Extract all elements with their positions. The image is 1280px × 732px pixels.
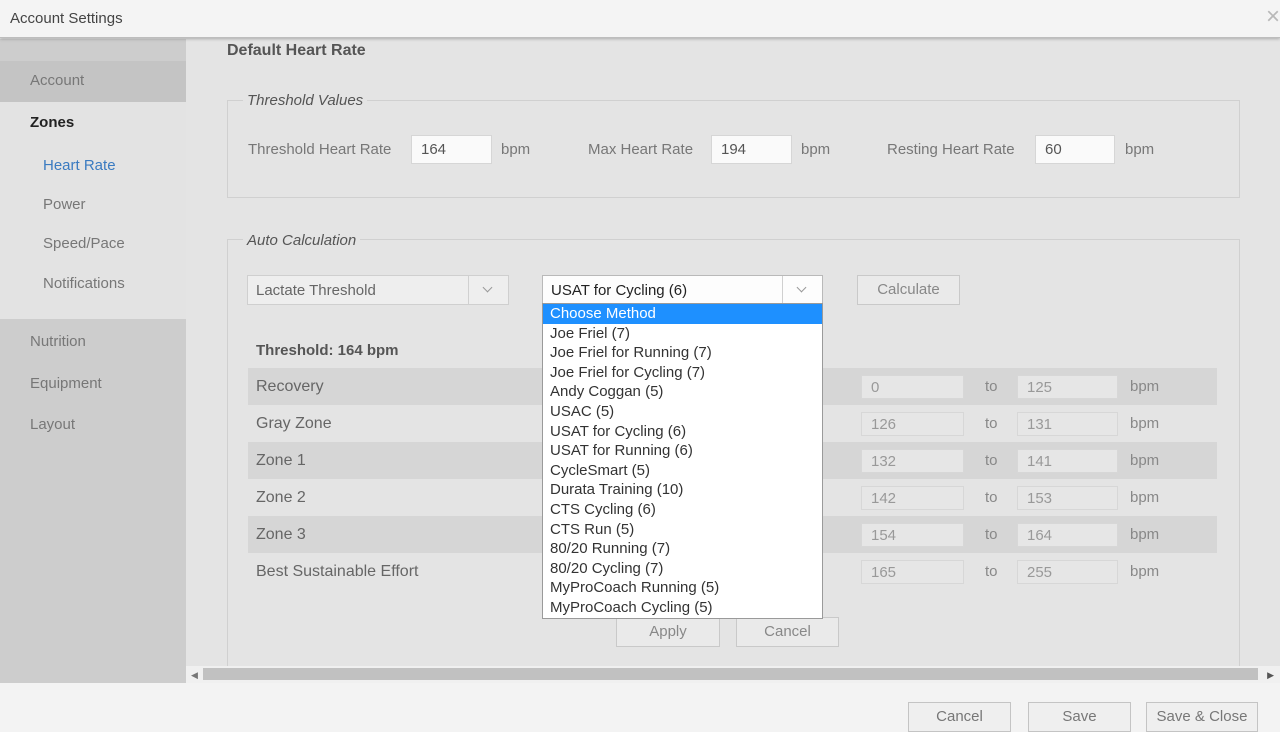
sidebar: Account Zones Heart Rate Power Speed/Pac… bbox=[0, 39, 186, 683]
sidebar-item-account[interactable]: Account bbox=[30, 72, 84, 89]
threshold-heart-rate-label: Threshold Heart Rate bbox=[248, 141, 392, 158]
zones-cancel-button[interactable]: Cancel bbox=[736, 617, 839, 647]
zone-unit: bpm bbox=[1130, 563, 1160, 580]
footer: Cancel Save Save & Close bbox=[0, 683, 1280, 732]
auto-calculation-legend: Auto Calculation bbox=[243, 232, 361, 249]
sidebar-item-power[interactable]: Power bbox=[43, 196, 86, 213]
zone-to-label: to bbox=[985, 452, 998, 469]
max-heart-rate-input[interactable] bbox=[711, 135, 792, 164]
zone-to-input[interactable] bbox=[1017, 560, 1118, 584]
sidebar-item-speed-pace[interactable]: Speed/Pace bbox=[43, 235, 125, 252]
resting-heart-rate-input[interactable] bbox=[1035, 135, 1115, 164]
window-title: Account Settings bbox=[10, 10, 123, 27]
zone-name: Zone 1 bbox=[256, 452, 306, 469]
zone-name: Gray Zone bbox=[256, 415, 332, 432]
threshold-heart-rate-input[interactable] bbox=[411, 135, 492, 164]
dropdown-option[interactable]: USAT for Running (6) bbox=[543, 441, 822, 461]
method-select-value: USAT for Cycling (6) bbox=[551, 282, 688, 299]
dropdown-option[interactable]: Choose Method bbox=[543, 304, 822, 324]
zone-to-label: to bbox=[985, 526, 998, 543]
zone-to-input[interactable] bbox=[1017, 412, 1118, 436]
dropdown-option[interactable]: USAT for Cycling (6) bbox=[543, 422, 822, 442]
method-select[interactable]: USAT for Cycling (6) bbox=[542, 275, 823, 305]
zone-from-input[interactable] bbox=[861, 523, 964, 547]
resting-heart-rate-label: Resting Heart Rate bbox=[887, 141, 1015, 158]
calculation-type-select[interactable]: Lactate Threshold bbox=[247, 275, 509, 305]
max-heart-rate-label: Max Heart Rate bbox=[588, 141, 694, 158]
dropdown-option[interactable]: Joe Friel for Running (7) bbox=[543, 343, 822, 363]
sidebar-item-layout[interactable]: Layout bbox=[30, 416, 75, 433]
zone-name: Best Sustainable Effort bbox=[256, 563, 419, 580]
zone-from-input[interactable] bbox=[861, 375, 964, 399]
zone-unit: bpm bbox=[1130, 526, 1160, 543]
zone-unit: bpm bbox=[1130, 489, 1160, 506]
sidebar-item-nutrition[interactable]: Nutrition bbox=[30, 333, 86, 350]
calculate-button[interactable]: Calculate bbox=[857, 275, 960, 305]
threshold-summary: Threshold: 164 bpm bbox=[256, 342, 399, 359]
zone-unit: bpm bbox=[1130, 452, 1160, 469]
zone-to-label: to bbox=[985, 415, 998, 432]
horizontal-scrollbar[interactable]: ◀ ▶ bbox=[186, 666, 1280, 683]
dropdown-option[interactable]: USAC (5) bbox=[543, 402, 822, 422]
dropdown-option[interactable]: Joe Friel for Cycling (7) bbox=[543, 363, 822, 383]
save-button[interactable]: Save bbox=[1028, 702, 1131, 732]
zone-to-label: to bbox=[985, 563, 998, 580]
scrollbar-thumb[interactable] bbox=[203, 668, 1258, 680]
zone-to-input[interactable] bbox=[1017, 486, 1118, 510]
max-unit: bpm bbox=[801, 141, 831, 158]
close-icon[interactable]: × bbox=[1266, 5, 1280, 29]
dropdown-option[interactable]: 80/20 Cycling (7) bbox=[543, 559, 822, 579]
cancel-button[interactable]: Cancel bbox=[908, 702, 1011, 732]
dropdown-option[interactable]: Durata Training (10) bbox=[543, 480, 822, 500]
sidebar-item-heart-rate[interactable]: Heart Rate bbox=[43, 157, 116, 174]
zone-name: Recovery bbox=[256, 378, 324, 395]
sidebar-item-account-bg bbox=[0, 61, 186, 102]
chevron-down-icon bbox=[782, 276, 822, 304]
zone-name: Zone 3 bbox=[256, 526, 306, 543]
calculation-type-value: Lactate Threshold bbox=[256, 282, 376, 299]
save-close-button[interactable]: Save & Close bbox=[1146, 702, 1258, 732]
threshold-unit: bpm bbox=[501, 141, 531, 158]
sidebar-item-notifications[interactable]: Notifications bbox=[43, 275, 125, 292]
dropdown-option[interactable]: 80/20 Running (7) bbox=[543, 539, 822, 559]
chevron-down-icon bbox=[468, 276, 508, 304]
zone-unit: bpm bbox=[1130, 415, 1160, 432]
zone-from-input[interactable] bbox=[861, 412, 964, 436]
title-bar: Account Settings × bbox=[0, 0, 1280, 38]
dropdown-option[interactable]: MyProCoach Running (5) bbox=[543, 578, 822, 598]
zone-from-input[interactable] bbox=[861, 449, 964, 473]
dropdown-option[interactable]: MyProCoach Cycling (5) bbox=[543, 598, 822, 618]
zone-unit: bpm bbox=[1130, 378, 1160, 395]
zone-to-label: to bbox=[985, 489, 998, 506]
dropdown-option[interactable]: Joe Friel (7) bbox=[543, 324, 822, 344]
zone-to-input[interactable] bbox=[1017, 449, 1118, 473]
zone-from-input[interactable] bbox=[861, 486, 964, 510]
zone-to-label: to bbox=[985, 378, 998, 395]
scroll-right-icon[interactable]: ▶ bbox=[1267, 670, 1274, 681]
dropdown-option[interactable]: CTS Run (5) bbox=[543, 520, 822, 540]
zone-name: Zone 2 bbox=[256, 489, 306, 506]
sidebar-item-zones[interactable]: Zones bbox=[30, 114, 74, 131]
resting-unit: bpm bbox=[1125, 141, 1155, 158]
threshold-values-legend: Threshold Values bbox=[243, 92, 368, 109]
zone-from-input[interactable] bbox=[861, 560, 964, 584]
page-title: Default Heart Rate bbox=[227, 42, 366, 59]
method-dropdown-list[interactable]: Choose Method Joe Friel (7) Joe Friel for … bbox=[542, 303, 823, 619]
apply-button[interactable]: Apply bbox=[616, 617, 720, 647]
dropdown-option[interactable]: Andy Coggan (5) bbox=[543, 382, 822, 402]
dropdown-option[interactable]: CTS Cycling (6) bbox=[543, 500, 822, 520]
zone-to-input[interactable] bbox=[1017, 375, 1118, 399]
zone-to-input[interactable] bbox=[1017, 523, 1118, 547]
dropdown-option[interactable]: CycleSmart (5) bbox=[543, 461, 822, 481]
sidebar-item-equipment[interactable]: Equipment bbox=[30, 375, 102, 392]
scroll-left-icon[interactable]: ◀ bbox=[191, 670, 198, 681]
